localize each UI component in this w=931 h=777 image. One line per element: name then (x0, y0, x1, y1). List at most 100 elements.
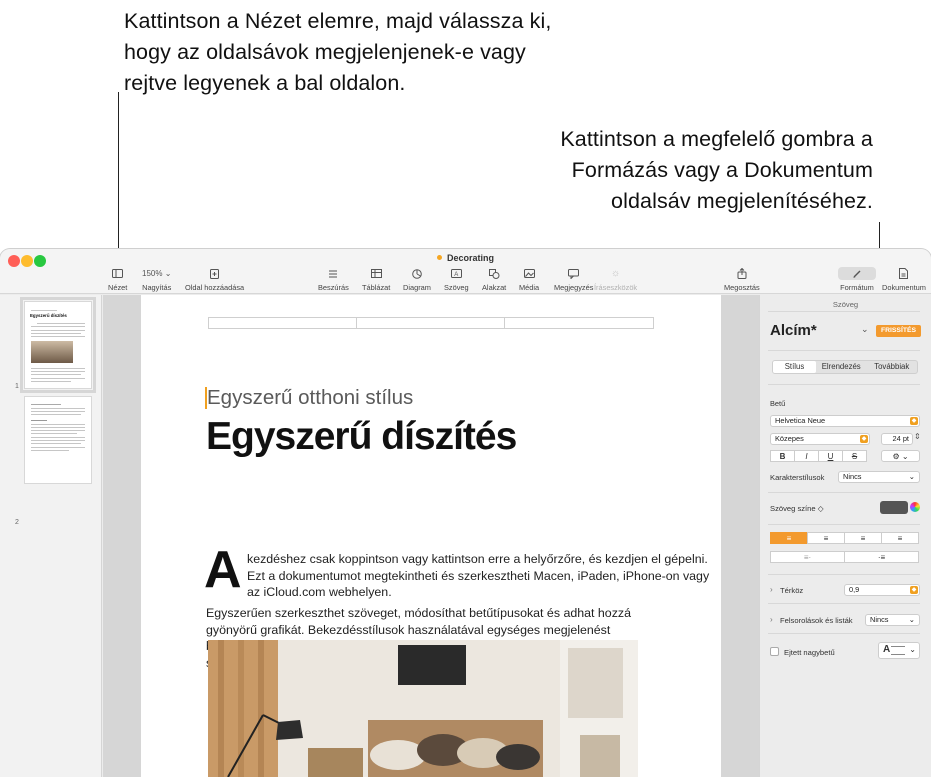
char-styles-select[interactable]: Nincs ⌄ (838, 471, 920, 483)
zoom-control[interactable]: 150% ⌄ Nagyítás (142, 267, 171, 292)
strikethrough-button[interactable]: S (842, 450, 867, 462)
tab-more[interactable]: Továbbiak (866, 361, 917, 373)
thumb-line (31, 404, 61, 405)
inspector-header: Szöveg (832, 300, 859, 309)
spacing-label[interactable]: Térköz (780, 586, 803, 595)
dropcap-style-select[interactable]: A ⌄ (878, 642, 920, 659)
insert-button[interactable]: Beszúrás (318, 267, 349, 292)
divider (768, 311, 920, 312)
chevron-down-icon[interactable]: ⌄ (861, 324, 869, 335)
paragraph-style-name[interactable]: Alcím* (770, 322, 817, 339)
body-paragraph-1[interactable]: kezdéshez csak koppintson vagy kattintso… (247, 551, 717, 601)
align-right-button[interactable]: ≡ (844, 532, 882, 544)
tab-style[interactable]: Stílus (773, 361, 816, 373)
chevron-down-icon: ⌄ (164, 269, 172, 278)
media-label: Média (519, 283, 540, 292)
align-right-icon: ≡ (860, 533, 866, 543)
header-field-left[interactable] (208, 317, 357, 329)
font-family-select[interactable]: Helvetica Neue ◆ (770, 415, 920, 427)
add-page-icon (210, 267, 220, 280)
document-title[interactable]: Egyszerű díszítés (206, 415, 517, 459)
text-color-well[interactable] (880, 501, 908, 514)
table-button[interactable]: Táblázat (362, 267, 390, 292)
drop-cap[interactable]: A (204, 544, 242, 596)
format-button[interactable]: Formátum (838, 267, 876, 292)
page-thumbnail-2[interactable] (24, 396, 92, 484)
zoom-value-wrap: 150% ⌄ (142, 267, 171, 280)
font-family-value: Helvetica Neue (775, 416, 826, 425)
divider (768, 384, 920, 385)
document-icon (899, 267, 909, 280)
text-button[interactable]: A Szöveg (444, 267, 469, 292)
chevron-right-icon[interactable]: › (770, 585, 773, 594)
thumb-line (31, 414, 81, 415)
chart-button[interactable]: Diagram (403, 267, 431, 292)
advanced-options-button[interactable]: ⚙ ⌄ (881, 450, 920, 462)
thumb-line (31, 381, 71, 382)
comment-label: Megjegyzés (554, 283, 594, 292)
chevron-updown-icon: ◆ (910, 586, 918, 594)
callout-line: Formázás vagy a Dokumentum (571, 158, 873, 182)
spacing-select[interactable]: 0,9 ◆ (844, 584, 920, 596)
chart-label: Diagram (403, 283, 431, 292)
chevron-updown-icon: ◆ (910, 417, 918, 425)
comment-button[interactable]: Megjegyzés (554, 267, 593, 292)
sidebar-icon (112, 267, 124, 280)
toolbar: Decorating Nézet 150% ⌄ Nagyítás Oldal h… (0, 249, 931, 294)
writing-tools-label: Íráseszközök (594, 283, 638, 292)
bullets-label[interactable]: Felsorolások és listák (780, 616, 853, 625)
shape-button[interactable]: Alakzat (482, 267, 506, 292)
header-field-right[interactable] (504, 317, 654, 329)
window-title: Decorating (0, 253, 931, 263)
thumb-line (31, 424, 85, 425)
italic-button[interactable]: I (794, 450, 819, 462)
bullets-select[interactable]: Nincs ⌄ (865, 614, 920, 626)
document-subtitle[interactable]: Egyszerű otthoni stílus (207, 386, 413, 410)
divider (768, 574, 920, 575)
document-canvas: Egyszerű otthoni stílus Egyszerű díszíté… (103, 295, 759, 777)
writing-tools-button[interactable]: ☼ Íráseszközök (594, 267, 637, 292)
callout-line: hogy az oldalsávok megjelenjenek-e vagy (124, 40, 526, 64)
color-wheel-icon[interactable] (910, 502, 920, 512)
divider (768, 524, 920, 525)
bedroom-photo[interactable] (208, 640, 638, 777)
chevron-down-icon: ⌄ (908, 615, 915, 624)
align-left-button[interactable]: ≡ (770, 532, 808, 544)
underline-button[interactable]: U (818, 450, 843, 462)
document-button[interactable]: Dokumentum (882, 267, 926, 292)
tab-layout[interactable]: Elrendezés (816, 361, 867, 373)
callout-view-sidebars: Kattintson a Nézet elemre, majd válassza… (124, 6, 744, 99)
font-size-value: 24 pt (892, 434, 909, 443)
font-size-field[interactable]: 24 pt (881, 433, 913, 445)
format-label: Formátum (840, 283, 874, 292)
document-page[interactable]: Egyszerű otthoni stílus Egyszerű díszíté… (141, 295, 721, 777)
italic-label: I (805, 451, 808, 461)
align-center-button[interactable]: ≡ (807, 532, 845, 544)
share-button[interactable]: Megosztás (724, 267, 760, 292)
outdent-icon: ≡· (803, 552, 812, 562)
increase-indent-button[interactable]: ·≡ (844, 551, 919, 563)
view-button[interactable]: Nézet (108, 267, 127, 292)
insert-label: Beszúrás (318, 283, 349, 292)
dropcap-label[interactable]: Ejtett nagybetű (784, 648, 835, 657)
thumb-line (31, 411, 85, 412)
window-title-text: Decorating (446, 253, 494, 263)
stepper-icon[interactable]: ⇕ (914, 432, 921, 441)
update-style-button[interactable]: FRISSÍTÉS (876, 325, 921, 337)
char-styles-value: Nincs (843, 472, 862, 481)
media-button[interactable]: Média (519, 267, 539, 292)
align-justify-button[interactable]: ≡ (881, 532, 919, 544)
underline-label: U (827, 451, 834, 461)
chevron-updown-icon: ◆ (860, 435, 868, 443)
header-field-center[interactable] (356, 317, 505, 329)
font-weight-value: Közepes (775, 434, 804, 443)
bold-button[interactable]: B (770, 450, 795, 462)
comment-icon (568, 267, 580, 280)
font-weight-select[interactable]: Közepes ◆ (770, 433, 870, 445)
dropcap-checkbox[interactable] (770, 647, 779, 656)
decrease-indent-button[interactable]: ≡· (770, 551, 845, 563)
add-page-button[interactable]: Oldal hozzáadása (185, 267, 244, 292)
chevron-right-icon[interactable]: › (770, 615, 773, 624)
align-center-icon: ≡ (823, 533, 829, 543)
page-thumbnail-1[interactable]: Egyszerű díszítés (20, 297, 96, 393)
